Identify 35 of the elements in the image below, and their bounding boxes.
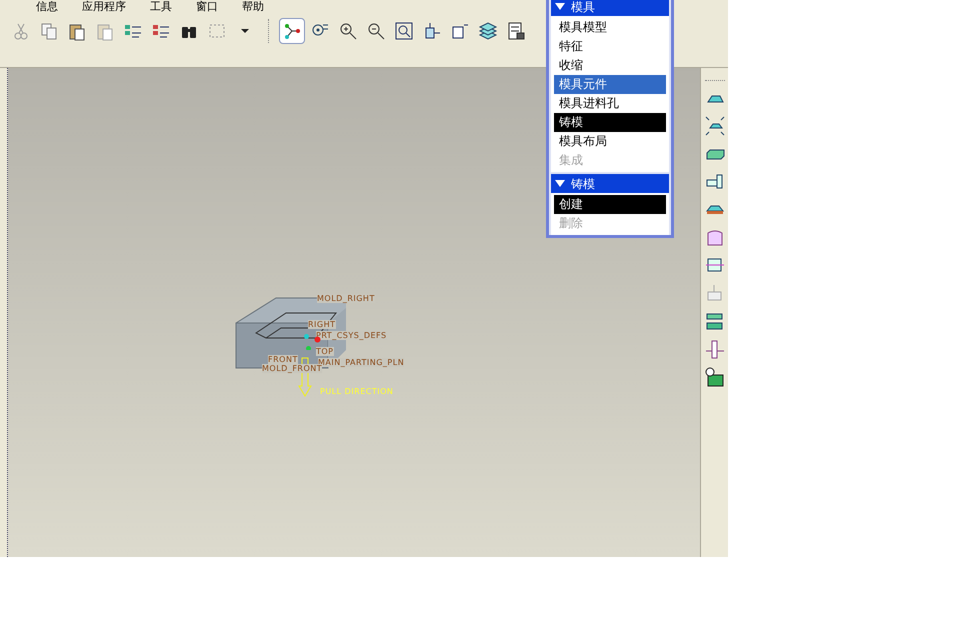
menu-item[interactable]: 窗口 <box>196 0 218 13</box>
datum-label: MOLD_RIGHT <box>317 294 375 303</box>
menu-option[interactable]: 模具布局 <box>554 132 666 151</box>
menu-option[interactable]: 模具元件 <box>554 75 666 94</box>
menu-section-header[interactable]: 铸模 <box>551 174 669 193</box>
menu-option[interactable]: 创建 <box>554 195 666 214</box>
zoom-in-icon <box>338 21 358 41</box>
datum-axes-button[interactable] <box>279 18 305 44</box>
section-title: 模具 <box>571 0 595 16</box>
menu-item[interactable]: 应用程序 <box>82 0 126 13</box>
menu-item[interactable]: 信息 <box>36 0 58 13</box>
refit-icon <box>394 21 414 41</box>
datum-label: PULL DIRECTION <box>320 387 394 396</box>
dropdown-arrow-icon <box>241 29 249 33</box>
datum-label: PRT_CSYS_DEFS <box>316 331 387 340</box>
layers-icon <box>478 21 498 41</box>
menu-option[interactable]: 特征 <box>554 37 666 56</box>
menu-item[interactable]: 帮助 <box>242 0 264 13</box>
datum-label: TOP <box>316 347 334 356</box>
collapse-triangle-icon <box>555 180 565 187</box>
menu-option[interactable]: 铸模 <box>554 113 666 132</box>
copy-icon <box>39 21 59 41</box>
datum-label: FRONT <box>268 355 298 364</box>
menu-option[interactable]: 收缩 <box>554 56 666 75</box>
datum-label: MOLD_FRONT <box>262 364 322 373</box>
collapse-triangle-icon <box>555 3 565 10</box>
section-title: 铸模 <box>571 176 595 192</box>
zoom-out-icon <box>366 21 386 41</box>
menu-item[interactable]: 工具 <box>150 0 172 13</box>
datum-label: MAIN_PARTING_PLN <box>318 358 404 367</box>
datum-axes-icon <box>282 21 302 41</box>
menu-option[interactable]: 模具模型 <box>554 18 666 37</box>
menu-option[interactable]: 模具进料孔 <box>554 94 666 113</box>
datum-label: RIGHT <box>308 320 336 329</box>
menu-section-header[interactable]: 模具 <box>551 0 669 16</box>
